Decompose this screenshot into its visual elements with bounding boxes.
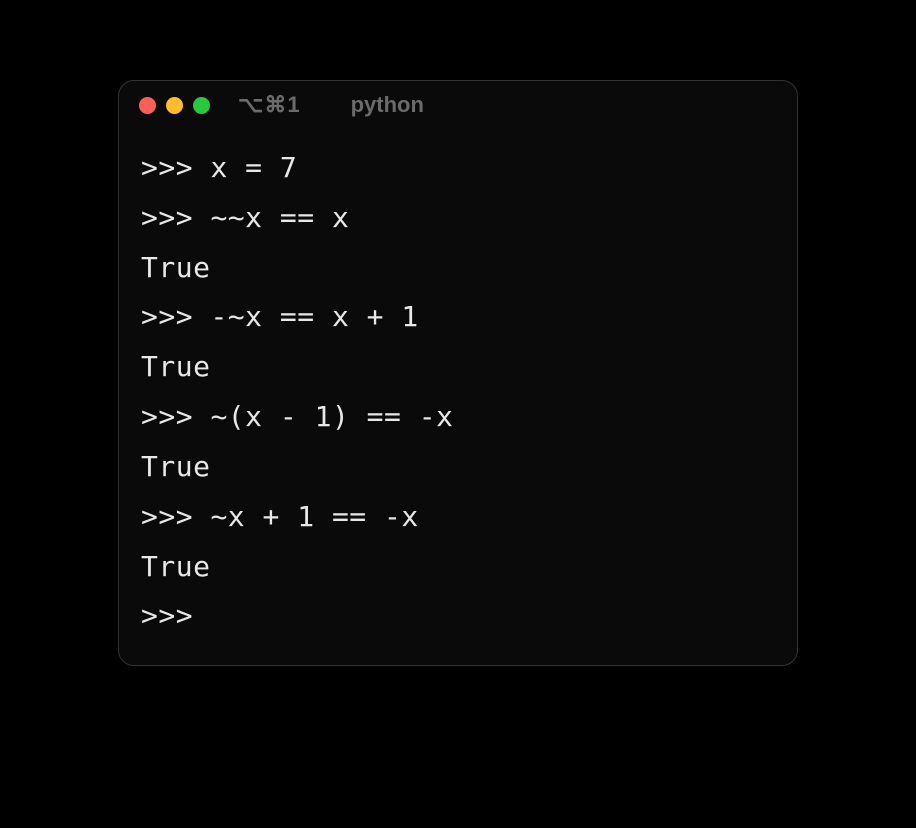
terminal-input: ~~x == x — [210, 201, 349, 234]
terminal-output: True — [141, 350, 210, 383]
prompt: >>> — [141, 300, 210, 333]
prompt: >>> — [141, 400, 210, 433]
terminal-line: >>> ~x + 1 == -x — [141, 492, 775, 542]
maximize-button[interactable] — [193, 97, 210, 114]
terminal-window: ⌥⌘1 python >>> x = 7 >>> ~~x == x True >… — [118, 80, 798, 666]
terminal-input: ~x + 1 == -x — [210, 500, 418, 533]
terminal-line: >>> ~(x - 1) == -x — [141, 392, 775, 442]
terminal-output: True — [141, 450, 210, 483]
minimize-button[interactable] — [166, 97, 183, 114]
prompt: >>> — [141, 201, 210, 234]
terminal-input: ~(x - 1) == -x — [210, 400, 453, 433]
terminal-output: True — [141, 550, 210, 583]
shortcut-label: ⌥⌘1 — [238, 92, 301, 118]
terminal-line: True — [141, 342, 775, 392]
terminal-line: >>> -~x == x + 1 — [141, 292, 775, 342]
terminal-line: True — [141, 243, 775, 293]
terminal-output: True — [141, 251, 210, 284]
prompt: >>> — [141, 151, 210, 184]
tab-title: python — [351, 92, 424, 118]
terminal-input: -~x == x + 1 — [210, 300, 418, 333]
terminal-line: >>> — [141, 591, 775, 641]
terminal-body[interactable]: >>> x = 7 >>> ~~x == x True >>> -~x == x… — [119, 129, 797, 665]
terminal-line: True — [141, 442, 775, 492]
titlebar: ⌥⌘1 python — [119, 81, 797, 129]
prompt: >>> — [141, 500, 210, 533]
terminal-line: >>> x = 7 — [141, 143, 775, 193]
prompt: >>> — [141, 599, 210, 632]
terminal-input: x = 7 — [210, 151, 297, 184]
traffic-lights — [139, 97, 210, 114]
close-button[interactable] — [139, 97, 156, 114]
terminal-line: True — [141, 542, 775, 592]
terminal-line: >>> ~~x == x — [141, 193, 775, 243]
